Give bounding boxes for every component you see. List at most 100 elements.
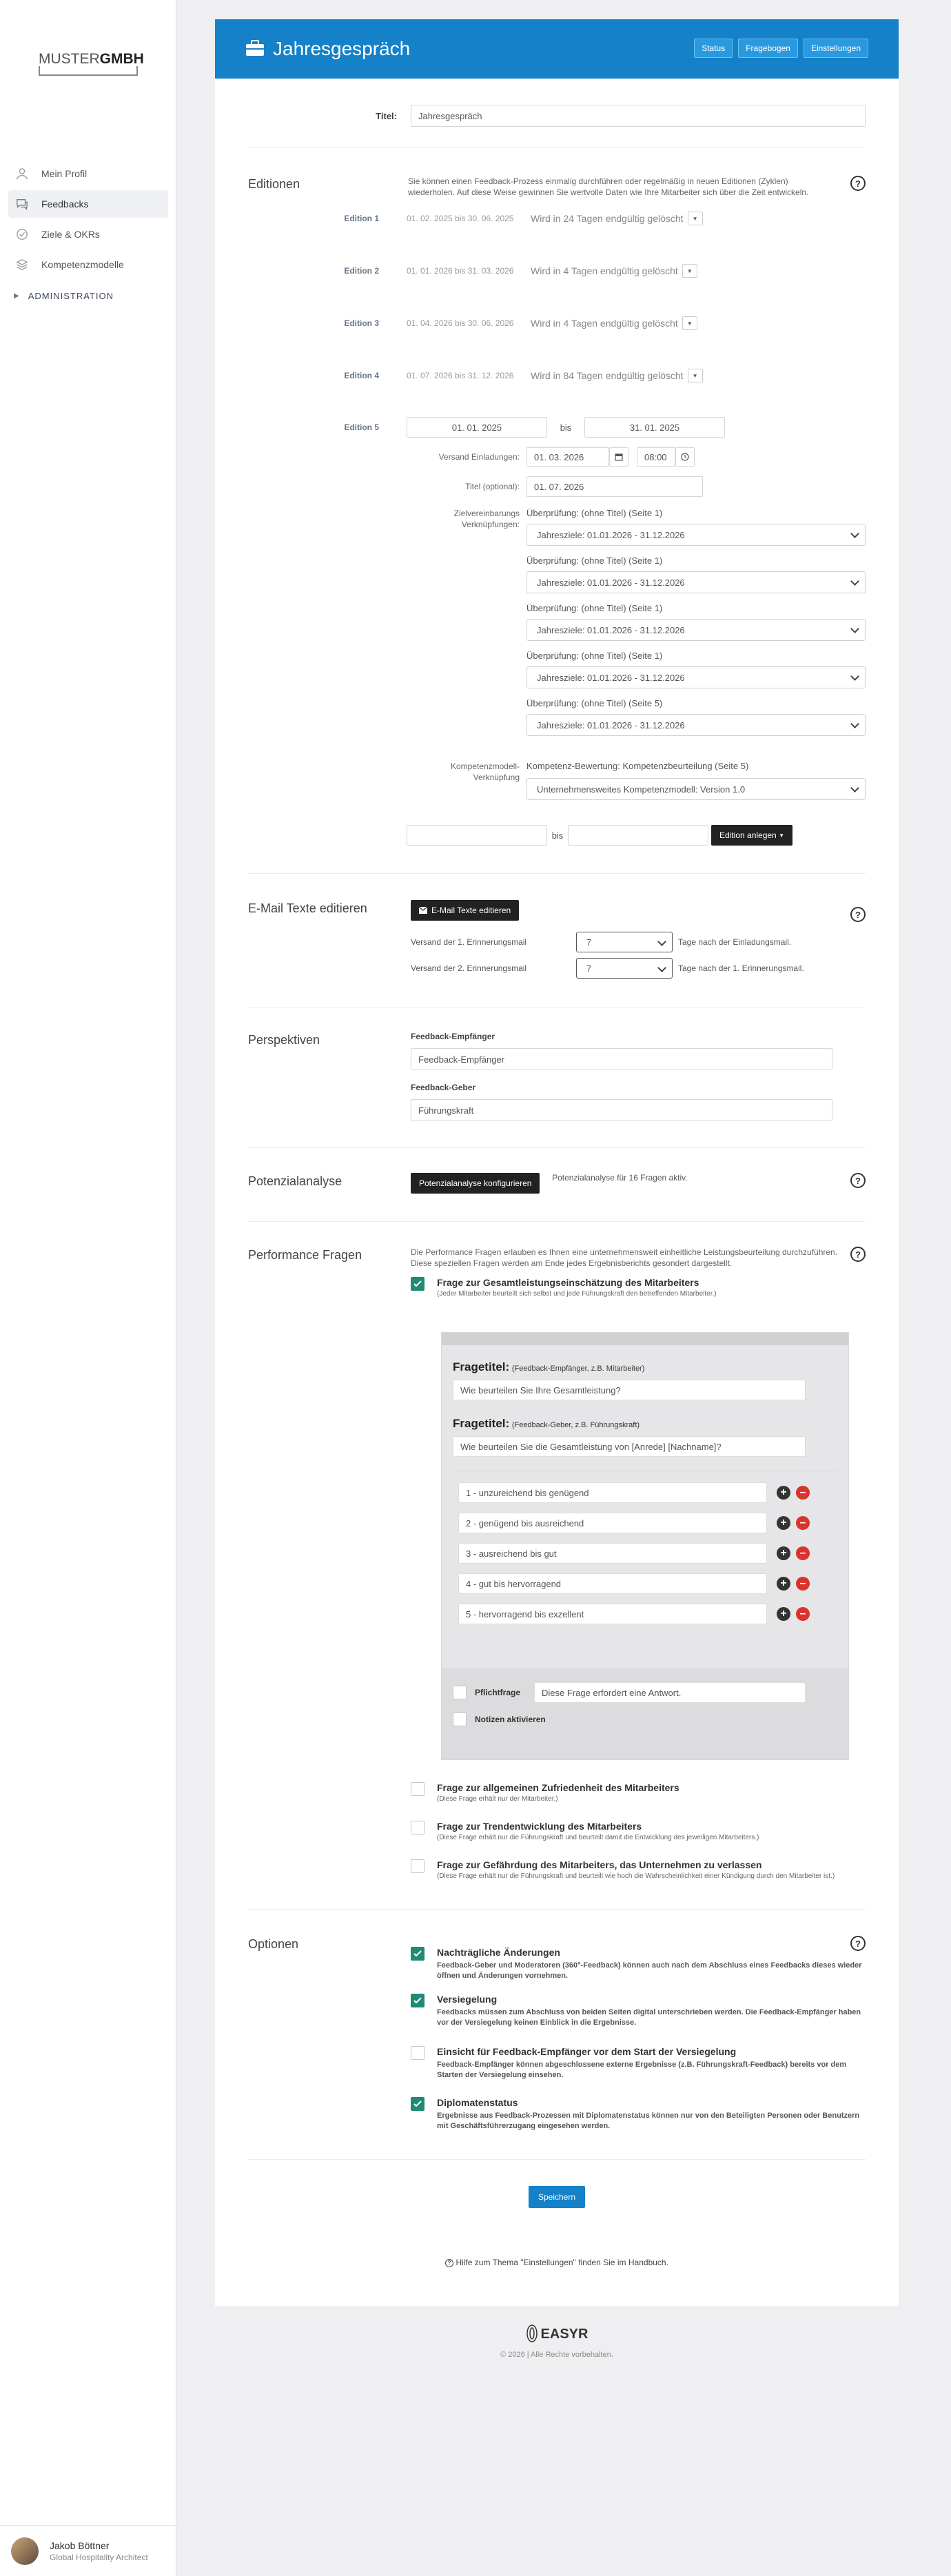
pflicht-message-input[interactable]: Diese Frage erfordert eine Antwort.: [534, 1682, 806, 1703]
q-gefaehrdung-checkbox[interactable]: [411, 1859, 425, 1873]
new-edition-from-input[interactable]: [407, 825, 547, 846]
user-profile[interactable]: Jakob Böttner Global Hospitality Archite…: [0, 2525, 176, 2576]
ziel-link-select[interactable]: Jahresziele: 01.01.2026 - 31.12.2026: [526, 619, 866, 641]
pflicht-checkbox[interactable]: [453, 1686, 467, 1699]
plus-icon[interactable]: +: [777, 1516, 790, 1530]
komp-link-select[interactable]: Unternehmensweites Kompetenzmodell: Vers…: [526, 778, 866, 800]
help-icon[interactable]: ?: [850, 176, 866, 191]
minus-icon[interactable]: –: [796, 1577, 810, 1591]
save-button[interactable]: Speichern: [528, 2186, 586, 2208]
configure-potenzial-button[interactable]: Potenzialanalyse konfigurieren: [411, 1173, 540, 1194]
sidebar-item-label: Ziele & OKRs: [41, 229, 100, 240]
ziel-link-select[interactable]: Jahresziele: 01.01.2026 - 31.12.2026: [526, 666, 866, 688]
scale-option-input[interactable]: 4 - gut bis hervorragend: [458, 1573, 767, 1594]
tab-fragebogen[interactable]: Fragebogen: [738, 39, 798, 58]
edition5-title-input[interactable]: 01. 07. 2026: [526, 476, 703, 497]
ziel-link-value: Jahresziele: 01.01.2026 - 31.12.2026: [537, 577, 685, 588]
minus-icon[interactable]: –: [796, 1546, 810, 1560]
edition-row-5: Edition 5 01. 01. 2025 bis 31. 01. 2025: [344, 417, 866, 438]
sidebar-item-feedbacks[interactable]: Feedbacks: [8, 190, 168, 218]
company-logo[interactable]: MUSTER GMBH: [39, 47, 144, 80]
help-icon[interactable]: ?: [850, 1247, 866, 1262]
tab-einstellungen[interactable]: Einstellungen: [803, 39, 868, 58]
section-potenzial: Potenzialanalyse ? Potenzialanalyse konf…: [248, 1148, 866, 1222]
q-gesamtleistung-checkbox[interactable]: [411, 1277, 425, 1291]
help-icon[interactable]: ?: [850, 1936, 866, 1951]
section-performance: Performance Fragen ? Die Performance Fra…: [248, 1222, 866, 1910]
versand-time-input[interactable]: 08:00: [637, 447, 675, 467]
ziel-link-select[interactable]: Jahresziele: 01.01.2026 - 31.12.2026: [526, 524, 866, 546]
sidebar-section-administration[interactable]: ▶ ADMINISTRATION: [8, 291, 168, 301]
edition-dropdown[interactable]: ▼: [687, 212, 703, 225]
help-icon[interactable]: ?: [850, 1173, 866, 1188]
edition-range: 01. 04. 2026 bis 30. 06. 2026: [407, 318, 514, 328]
performance-body: ? Die Performance Fragen erlauben es Ihn…: [411, 1247, 866, 1881]
empf-question-input[interactable]: Wie beurteilen Sie Ihre Gesamtleistung?: [453, 1380, 806, 1400]
title-input[interactable]: Jahresgespräch: [411, 105, 866, 127]
tab-status[interactable]: Status: [694, 39, 733, 58]
plus-icon[interactable]: +: [777, 1607, 790, 1621]
geber-hint: (Feedback-Geber, z.B. Führungskraft): [511, 1421, 640, 1429]
minus-icon[interactable]: –: [796, 1607, 810, 1621]
sidebar-item-kompetenzmodelle[interactable]: Kompetenzmodelle: [8, 251, 168, 278]
calendar-icon[interactable]: [609, 447, 628, 467]
scale-option-input[interactable]: 2 - genügend bis ausreichend: [458, 1513, 767, 1533]
empfaenger-input[interactable]: Feedback-Empfänger: [411, 1048, 832, 1070]
reminder-days-select[interactable]: 7: [576, 932, 673, 952]
fragetitel-label: Fragetitel:: [453, 1360, 510, 1373]
geber-question-input[interactable]: Wie beurteilen Sie die Gesamtleistung vo…: [453, 1436, 806, 1457]
clock-icon[interactable]: [675, 447, 695, 467]
edition5-bis: bis: [560, 422, 572, 433]
empf-hint: (Feedback-Empfänger, z.B. Mitarbeiter): [511, 1364, 645, 1373]
edition5-from-input[interactable]: 01. 01. 2025: [407, 417, 547, 438]
reminder-suffix: Tage nach der 1. Erinnerungsmail.: [678, 963, 804, 973]
help-icon[interactable]: ?: [850, 907, 866, 922]
option-checkbox[interactable]: [411, 1947, 425, 1961]
notizen-checkbox[interactable]: [453, 1713, 467, 1726]
q-trend-checkbox[interactable]: [411, 1821, 425, 1834]
edition5-title-label: Titel (optional):: [465, 482, 520, 491]
ziel-link-select[interactable]: Jahresziele: 01.01.2026 - 31.12.2026: [526, 571, 866, 593]
save-row: Speichern: [248, 2186, 866, 2208]
ziel-link-select[interactable]: Jahresziele: 01.01.2026 - 31.12.2026: [526, 714, 866, 736]
settings-card: Titel: Jahresgespräch Editionen ? Sie kö…: [215, 79, 899, 2306]
help-hint-text[interactable]: Hilfe zum Thema "Einstellungen" finden S…: [456, 2258, 668, 2267]
create-edition-button[interactable]: Edition anlegen ▼: [711, 825, 792, 846]
option-nachtraegliche-aenderungen: Nachträgliche Änderungen Feedback-Geber …: [411, 1947, 866, 1981]
sidebar-item-mein-profil[interactable]: Mein Profil: [8, 160, 168, 187]
section-label-editionen: Editionen: [248, 177, 300, 191]
sidebar-item-ziele-okrs[interactable]: Ziele & OKRs: [8, 221, 168, 248]
plus-icon[interactable]: +: [777, 1486, 790, 1500]
create-edition-label: Edition anlegen: [719, 830, 777, 840]
edition-dropdown[interactable]: ▼: [687, 369, 703, 382]
scale-row-3: 3 - ausreichend bis gut + –: [458, 1543, 848, 1564]
edition-status: Wird in 4 Tagen endgültig gelöscht: [531, 318, 678, 329]
option-checkbox[interactable]: [411, 2097, 425, 2111]
edition-range: 01. 01. 2026 bis 31. 03. 2026: [407, 266, 514, 276]
option-title: Versiegelung: [437, 1994, 498, 2005]
minus-icon[interactable]: –: [796, 1486, 810, 1500]
geber-input[interactable]: Führungskraft: [411, 1099, 832, 1121]
scale-option-input[interactable]: 5 - hervorragend bis exzellent: [458, 1604, 767, 1624]
plus-icon[interactable]: +: [777, 1546, 790, 1560]
q-zufriedenheit-checkbox[interactable]: [411, 1782, 425, 1796]
new-edition-to-input[interactable]: [568, 825, 708, 846]
minus-icon[interactable]: –: [796, 1516, 810, 1530]
reminder-days-select[interactable]: 7: [576, 958, 673, 979]
footer: EASYR © 2026 | Alle Rechte vorbehalten.: [215, 2324, 899, 2359]
versand-date-input[interactable]: 01. 03. 2026: [526, 447, 609, 467]
ziel-links: Zielvereinbarungs Verknüpfungen: Überprü…: [407, 508, 866, 736]
option-checkbox[interactable]: [411, 1994, 425, 2007]
edition-label: Edition 2: [344, 266, 379, 276]
scale-option-input[interactable]: 1 - unzureichend bis genügend: [458, 1482, 767, 1503]
edit-email-texts-button[interactable]: E-Mail Texte editieren: [411, 900, 520, 921]
help-circle-icon: ?: [445, 2258, 454, 2267]
section-editionen: Editionen ? Sie können einen Feedback-Pr…: [248, 148, 866, 874]
plus-icon[interactable]: +: [777, 1577, 790, 1591]
scale-option-input[interactable]: 3 - ausreichend bis gut: [458, 1543, 767, 1564]
option-checkbox[interactable]: [411, 2046, 425, 2060]
edition-status: Wird in 4 Tagen endgültig gelöscht: [531, 265, 678, 276]
edition5-to-input[interactable]: 31. 01. 2025: [584, 417, 725, 438]
edition-dropdown[interactable]: ▼: [682, 264, 697, 278]
edition-dropdown[interactable]: ▼: [682, 316, 697, 330]
